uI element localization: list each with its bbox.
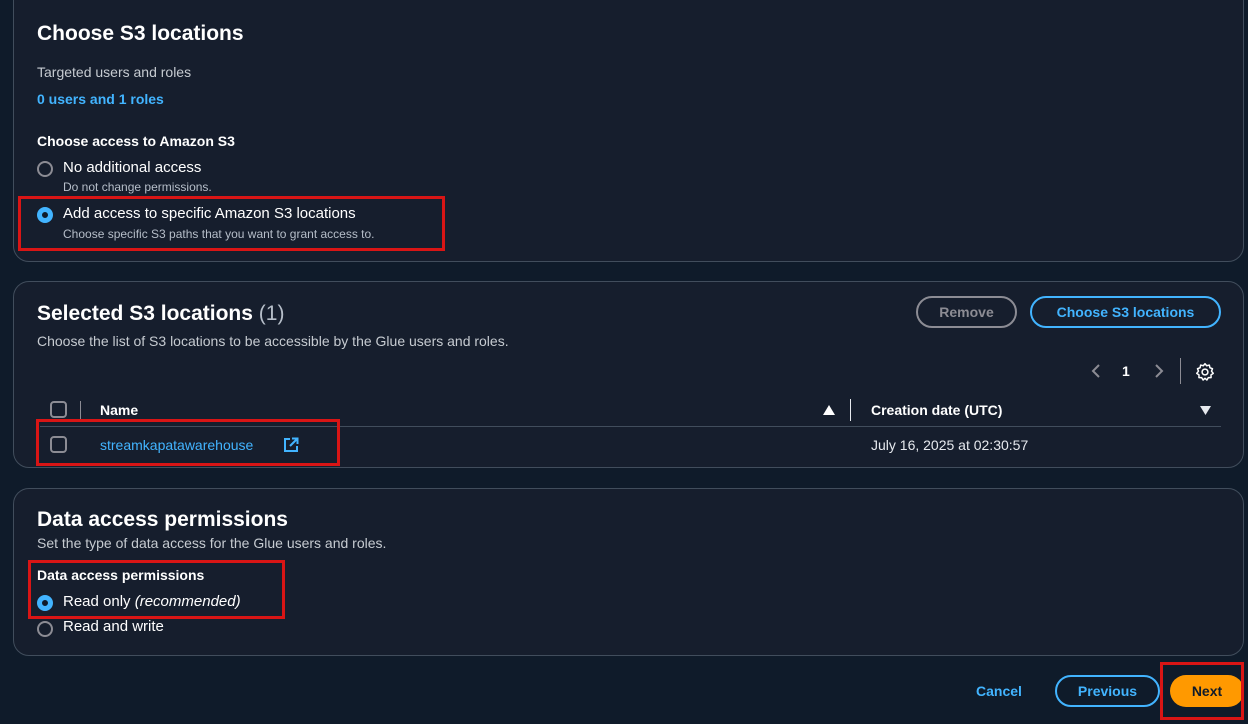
creation-date-cell: July 16, 2025 at 02:30:57 bbox=[871, 437, 1029, 453]
settings-gear-icon[interactable] bbox=[1194, 361, 1216, 383]
previous-page-icon[interactable] bbox=[1088, 362, 1104, 380]
highlight-read-only-option bbox=[28, 560, 285, 619]
highlight-next-button bbox=[1160, 662, 1244, 720]
access-to-s3-label: Choose access to Amazon S3 bbox=[37, 133, 235, 149]
selected-count: (1) bbox=[258, 302, 285, 325]
cancel-button[interactable]: Cancel bbox=[976, 683, 1022, 699]
choose-s3-locations-title: Choose S3 locations bbox=[37, 22, 244, 45]
no-additional-access-description: Do not change permissions. bbox=[63, 180, 212, 194]
selected-s3-locations-description: Choose the list of S3 locations to be ac… bbox=[37, 333, 509, 349]
choose-s3-locations-button[interactable]: Choose S3 locations bbox=[1030, 296, 1221, 328]
targeted-users-link[interactable]: 0 users and 1 roles bbox=[37, 91, 164, 107]
current-page-number[interactable]: 1 bbox=[1122, 363, 1130, 379]
data-access-permissions-description: Set the type of data access for the Glue… bbox=[37, 535, 387, 551]
creation-date-column-header[interactable]: Creation date (UTC) bbox=[871, 402, 1002, 418]
targeted-users-label: Targeted users and roles bbox=[37, 64, 192, 80]
header-divider bbox=[80, 401, 81, 419]
pagination-divider bbox=[1180, 358, 1181, 384]
remove-button[interactable]: Remove bbox=[916, 296, 1017, 328]
name-column-header[interactable]: Name bbox=[100, 402, 138, 418]
sort-ascending-icon[interactable] bbox=[822, 403, 836, 417]
sort-descending-icon[interactable] bbox=[1198, 404, 1212, 416]
highlight-add-access-option bbox=[18, 196, 445, 251]
next-page-icon[interactable] bbox=[1151, 362, 1167, 380]
no-additional-access-label: No additional access bbox=[63, 159, 202, 176]
selected-s3-locations-heading: Selected S3 locations bbox=[37, 302, 253, 325]
select-all-checkbox[interactable] bbox=[50, 401, 67, 418]
selected-s3-locations-title: Selected S3 locations (1) bbox=[37, 302, 284, 326]
highlight-bucket-row bbox=[36, 419, 340, 466]
column-resize-divider[interactable] bbox=[850, 399, 851, 421]
radio-read-and-write[interactable] bbox=[37, 621, 53, 637]
read-and-write-label: Read and write bbox=[63, 618, 164, 635]
radio-no-additional-access[interactable] bbox=[37, 161, 53, 177]
data-access-permissions-title: Data access permissions bbox=[37, 508, 288, 531]
previous-button[interactable]: Previous bbox=[1055, 675, 1160, 707]
